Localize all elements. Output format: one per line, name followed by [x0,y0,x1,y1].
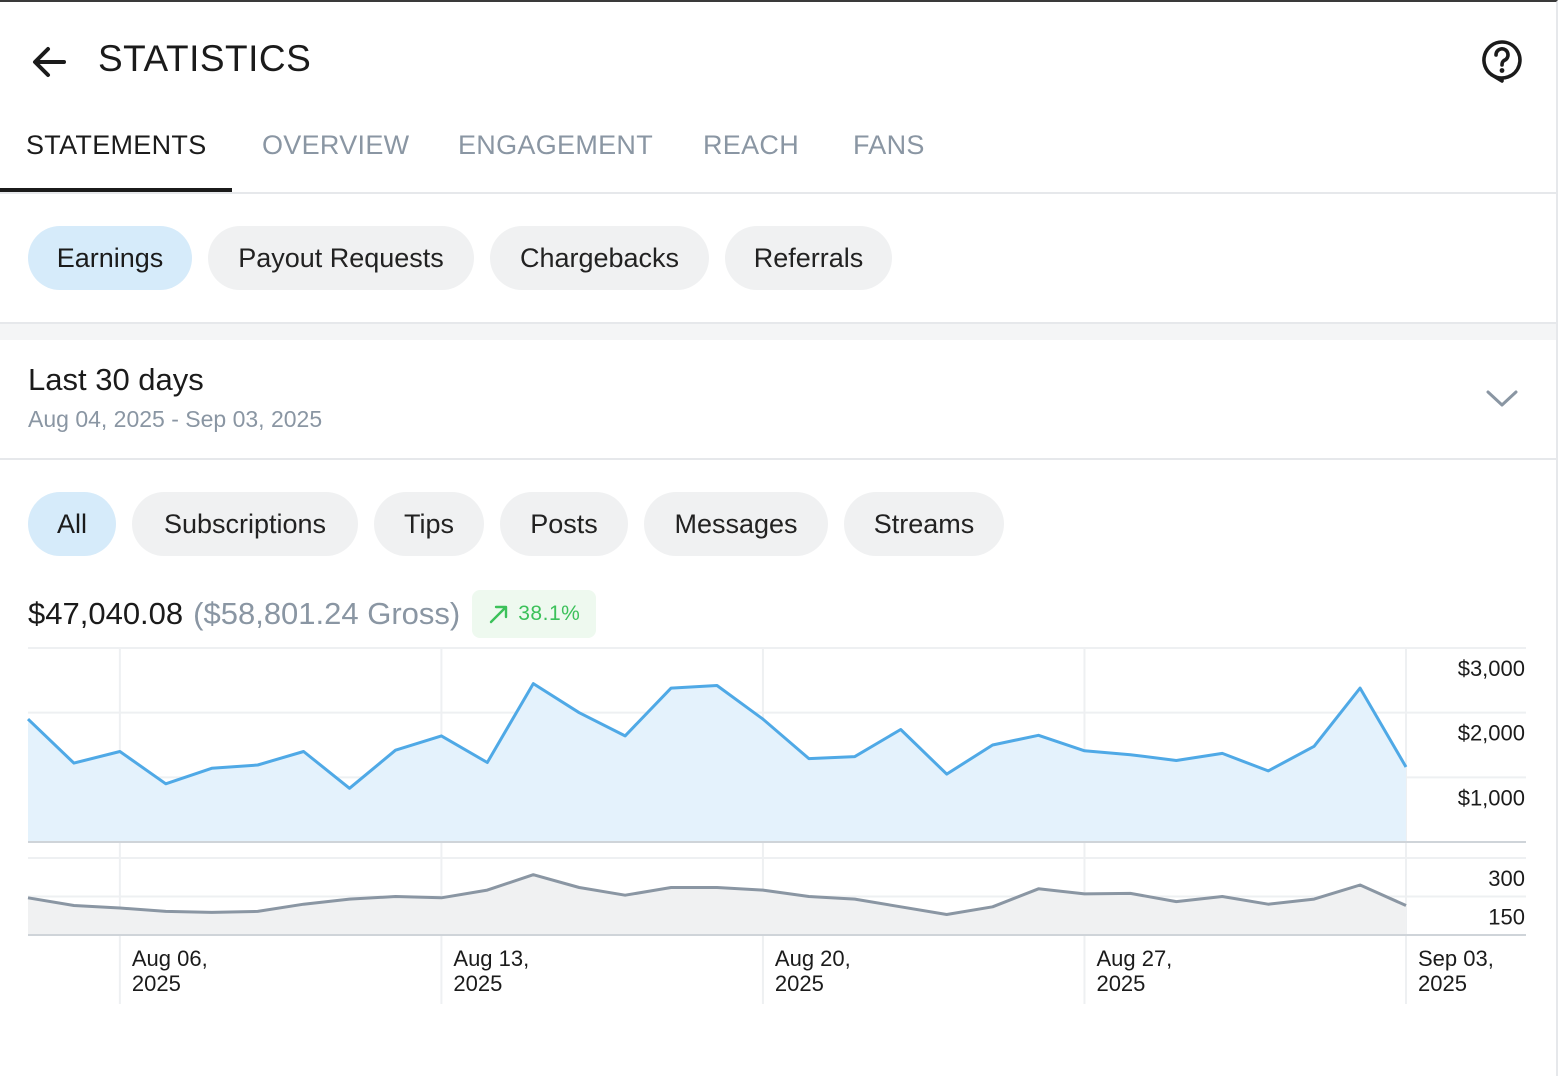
change-percent: 38.1% [518,602,581,625]
tab-engagement[interactable]: ENGAGEMENT [458,130,653,161]
net-earnings: $47,040.08 [28,596,184,631]
chip-referrals[interactable]: Referrals [725,226,892,290]
page-title: STATISTICS [98,38,312,79]
tab-statements[interactable]: STATEMENTS [26,130,207,161]
chip-earnings[interactable]: Earnings [28,226,192,290]
gross-earnings: ($58,801.24 Gross) [193,596,461,631]
date-range-selector[interactable]: Last 30 days Aug 04, 2025 - Sep 03, 2025 [0,340,1556,460]
tab-reach[interactable]: REACH [703,130,799,161]
help-circle-icon[interactable] [1480,38,1524,84]
header: STATISTICS [0,2,1556,112]
section-divider [0,322,1556,340]
arrow-left-icon[interactable] [28,40,72,84]
trend-up-icon [490,605,508,624]
tab-overview[interactable]: OVERVIEW [262,130,409,161]
chevron-down-icon [1486,390,1518,407]
change-badge: 38.1% [472,590,597,638]
tab-fans[interactable]: FANS [853,130,925,161]
filter-streams[interactable]: Streams [844,492,1004,556]
chip-payout-requests[interactable]: Payout Requests [208,226,474,290]
filter-tips[interactable]: Tips [374,492,484,556]
date-range-title: Last 30 days [28,362,204,397]
filter-messages[interactable]: Messages [644,492,828,556]
date-range-subtitle: Aug 04, 2025 - Sep 03, 2025 [28,406,323,432]
active-tab-indicator [0,188,232,192]
filter-posts[interactable]: Posts [500,492,628,556]
statistics-screen: STATISTICS STATEMENTS OVERVIEW ENGAGEMEN… [0,0,1558,1076]
chip-chargebacks[interactable]: Chargebacks [490,226,709,290]
statistics-tabs: STATEMENTS OVERVIEW ENGAGEMENT REACH FAN… [0,110,1556,194]
filter-all[interactable]: All [28,492,116,556]
filter-subscriptions[interactable]: Subscriptions [132,492,358,556]
earnings-summary: $47,040.08 ($58,801.24 Gross) 38.1% [28,590,597,638]
